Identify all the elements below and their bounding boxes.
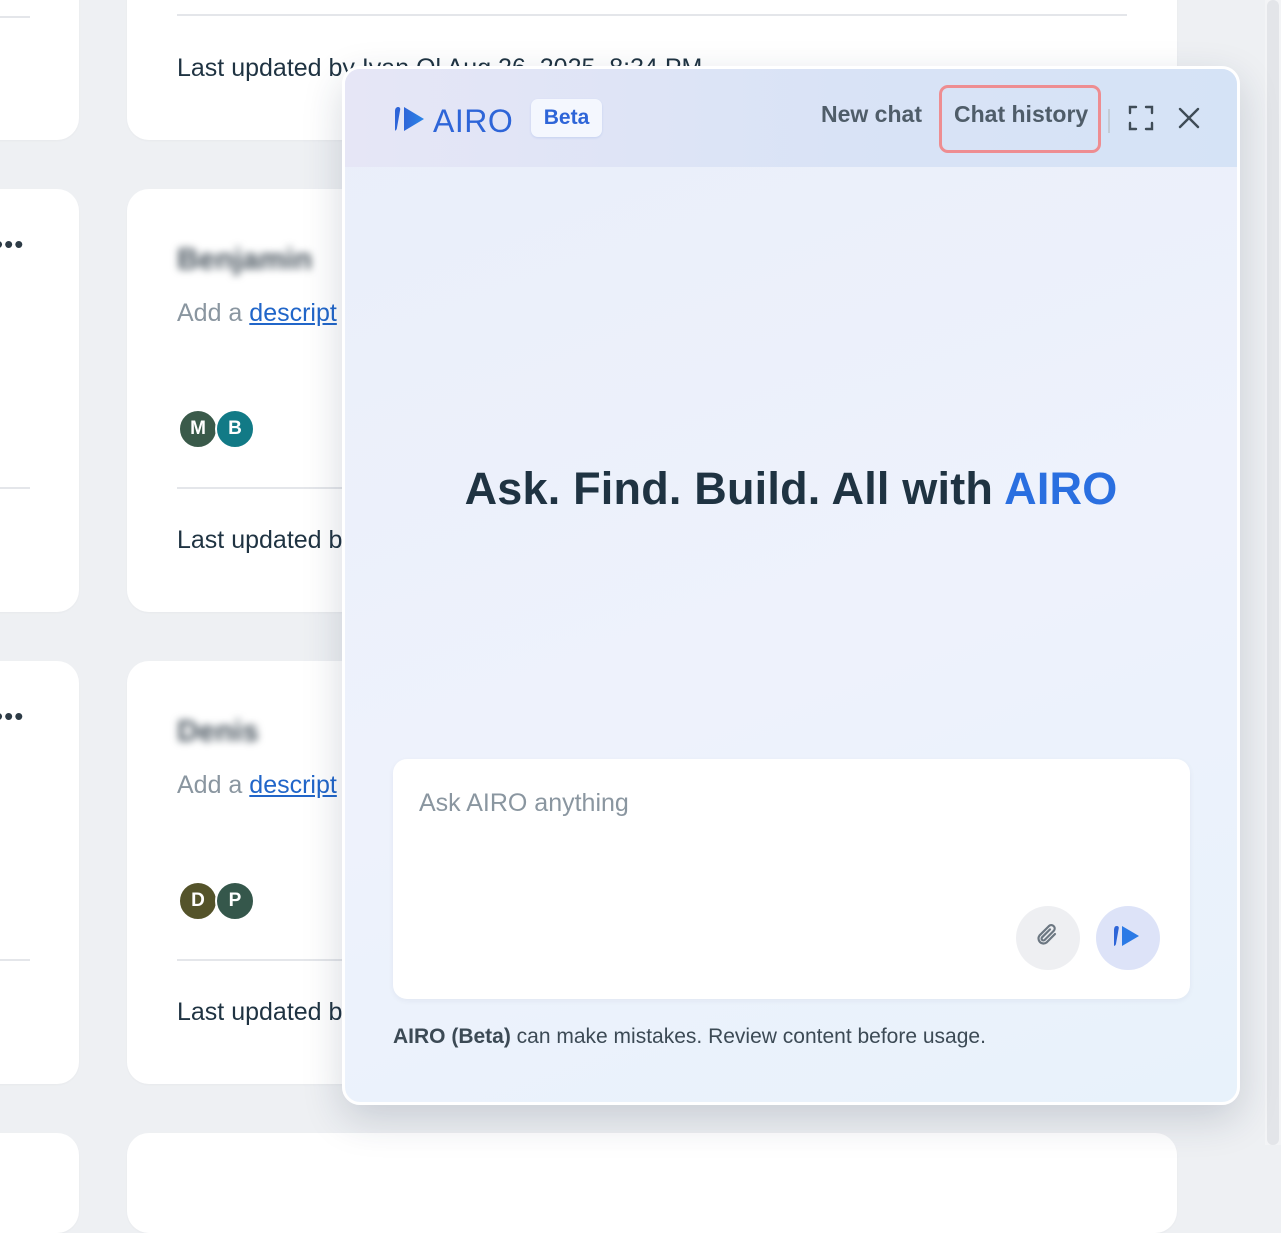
avatar[interactable]: D (178, 881, 218, 921)
send-button[interactable] (1096, 906, 1160, 970)
card-description: Add a descript (177, 299, 337, 328)
left-card[interactable] (0, 0, 79, 140)
paperclip-icon (1033, 921, 1063, 956)
last-updated-text: Last updated b (177, 998, 343, 1026)
card-title[interactable]: Benjamin (177, 243, 312, 277)
chat-input-box[interactable] (393, 759, 1190, 999)
disclaimer-bold: AIRO (Beta) (393, 1025, 511, 1048)
avatar[interactable]: B (215, 409, 255, 449)
card-divider (177, 14, 1127, 16)
last-updated-text: Last updated b (177, 526, 343, 554)
airo-logo-text: AIRO (433, 103, 514, 139)
disclaimer-text: AIRO (Beta) can make mistakes. Review co… (393, 1025, 986, 1049)
card-title[interactable]: Denis (177, 715, 259, 749)
left-card[interactable]: ••• (0, 661, 79, 1084)
airo-chat-panel: AIRO Beta New chat Chat history Ask. Fin… (342, 66, 1240, 1105)
left-card[interactable]: ••• (0, 189, 79, 612)
avatar[interactable]: P (215, 881, 255, 921)
new-chat-button[interactable]: New chat (821, 101, 922, 128)
description-prefix: Add a (177, 771, 243, 799)
card-divider (0, 487, 30, 489)
scrollbar-thumb[interactable] (1267, 0, 1279, 1145)
send-icon (1111, 924, 1142, 953)
chat-input[interactable] (419, 789, 1159, 889)
welcome-headline: Ask. Find. Build. All with AIRO (345, 463, 1237, 515)
left-card[interactable] (0, 1133, 79, 1233)
avatar[interactable]: M (178, 409, 218, 449)
disclaimer-rest: can make mistakes. Review content before… (510, 1025, 986, 1048)
expand-icon[interactable] (1126, 103, 1156, 133)
attach-button[interactable] (1016, 906, 1080, 970)
card-description: Add a descript (177, 771, 337, 800)
add-description-link[interactable]: descript (249, 299, 337, 327)
more-horizontal-icon[interactable]: ••• (0, 231, 24, 257)
headline-text: Ask. Find. Build. All with (464, 463, 1005, 514)
airo-logo: AIRO (391, 103, 514, 140)
scrollbar-track[interactable] (1265, 0, 1281, 1145)
add-description-link[interactable]: descript (249, 771, 337, 799)
more-horizontal-icon[interactable]: ••• (0, 703, 24, 729)
description-prefix: Add a (177, 299, 243, 327)
card-divider (0, 959, 30, 961)
card-divider (0, 16, 30, 18)
project-card[interactable] (127, 1133, 1177, 1233)
headline-accent: AIRO (1004, 463, 1118, 514)
chat-history-button[interactable]: Chat history (954, 101, 1088, 128)
beta-badge: Beta (531, 99, 602, 137)
panel-header: AIRO Beta New chat Chat history (345, 69, 1237, 167)
airo-logo-icon (391, 105, 427, 138)
header-separator (1108, 109, 1110, 133)
close-icon[interactable] (1174, 103, 1204, 133)
